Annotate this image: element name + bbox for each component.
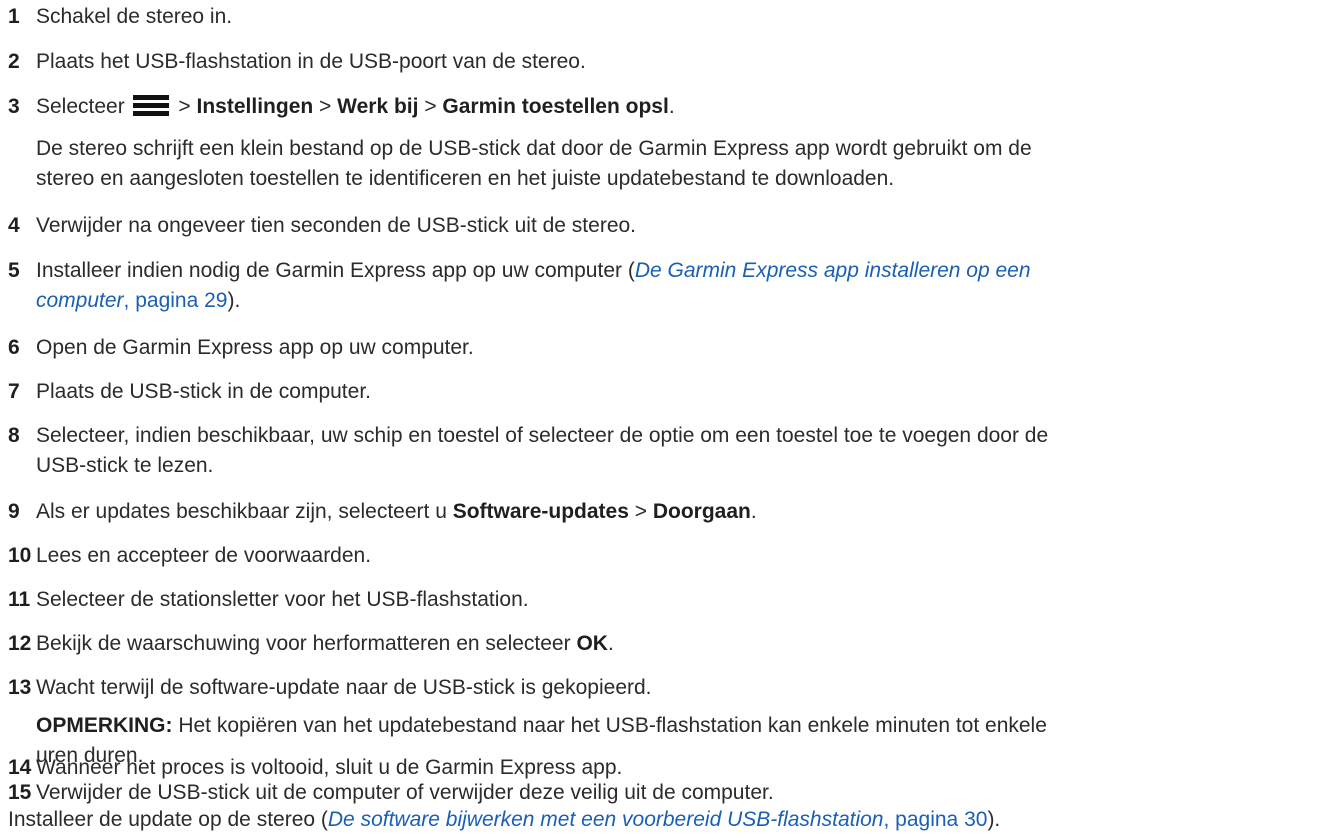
step-3: 3 Selecteer > Instellingen > Werk bij > … [0,92,1330,122]
path-separator: > [424,95,437,118]
step-text-end: . [668,95,675,118]
step-text: Selecteer, indien beschikbaar, uw schip … [36,421,1330,481]
step-line: USB-stick te lezen. [36,454,214,477]
step-number: 8 [8,424,20,447]
step-number: 3 [8,95,20,118]
path-separator: > [319,95,332,118]
step-6: 6 Open de Garmin Express app op uw compu… [0,333,1330,363]
step-number: 12 [8,632,32,655]
step-text: Verwijder na ongeveer tien seconden de U… [36,214,637,237]
step-text-pre: Als er updates beschikbaar zijn, selecte… [36,500,453,523]
note-line: Het kopiëren van het updatebestand naar … [172,714,1047,737]
step-15: 15 Verwijder de USB-stick uit de compute… [0,778,1330,808]
final-text-pre: Installeer de update op de stereo ( [8,808,328,831]
step-5: 5 Installeer indien nodig de Garmin Expr… [0,256,1330,316]
cross-reference-link[interactable]: De Garmin Express app installeren op een [635,259,1031,282]
note-line: De stereo schrijft een klein bestand op … [36,137,1032,160]
step-text: Selecteer > Instellingen > Werk bij > Ga… [36,92,1330,122]
step-13: 13 Wacht terwijl de software-update naar… [0,673,1330,703]
step-line: Selecteer, indien beschikbaar, uw schip … [36,424,1049,447]
step-text: Lees en accepteer de voorwaarden. [36,544,372,567]
menu-path-software-updates: Software-updates [452,500,629,523]
step-text-pre: Bekijk de waarschuwing voor herformatter… [36,632,577,655]
link-page: , pagina 29 [123,289,228,312]
step-text: Plaats het USB-flashstation in de USB-po… [36,50,586,73]
final-text-post: ). [987,808,1001,831]
step-number: 15 [8,781,32,804]
menu-path-ok: OK [576,632,608,655]
step-text-post: ). [227,289,241,312]
step-3-note: De stereo schrijft een klein bestand op … [36,134,1326,194]
step-number: 6 [8,336,20,359]
cross-reference-link[interactable]: De software bijwerken met een voorbereid… [328,808,988,831]
step-number: 1 [8,5,20,28]
step-number: 10 [8,544,32,567]
step-text: Verwijder de USB-stick uit de computer o… [36,781,774,804]
step-10: 10 Lees en accepteer de voorwaarden. [0,541,1330,571]
step-4: 4 Verwijder na ongeveer tien seconden de… [0,211,1330,241]
link-title: computer [36,289,124,312]
menu-path-instellingen: Instellingen [196,95,314,118]
step-text-pre: Installeer indien nodig de Garmin Expres… [36,259,635,282]
step-number: 7 [8,380,20,403]
menu-path-garmin-toestellen-opsl: Garmin toestellen opsl [442,95,669,118]
step-text-end: . [607,632,614,655]
step-12: 12 Bekijk de waarschuwing voor herformat… [0,629,1330,659]
step-number: 4 [8,214,20,237]
step-text-end: . [750,500,757,523]
path-separator: > [178,95,191,118]
step-number: 11 [8,588,31,611]
menu-path-doorgaan: Doorgaan [652,500,751,523]
step-2: 2 Plaats het USB-flashstation in de USB-… [0,47,1330,77]
step-text: Installeer indien nodig de Garmin Expres… [36,256,1330,316]
step-text: Selecteer de stationsletter voor het USB… [36,588,529,611]
note-label: OPMERKING: [36,714,173,737]
link-page: , pagina 30 [883,808,988,831]
note-line: stereo en aangesloten toestellen te iden… [36,167,895,190]
step-text: Als er updates beschikbaar zijn, selecte… [36,497,1330,527]
step-7: 7 Plaats de USB-stick in de computer. [0,377,1330,407]
step-number: 5 [8,259,20,282]
step-11: 11 Selecteer de stationsletter voor het … [0,585,1330,615]
path-separator: > [628,500,653,523]
step-number: 2 [8,50,20,73]
step-text: Wacht terwijl de software-update naar de… [36,676,652,699]
final-instruction: Installeer de update op de stereo (De so… [8,805,1338,835]
step-number: 9 [8,500,20,523]
link-title: De Garmin Express app installeren op een [634,259,1031,282]
step-number: 13 [8,676,32,699]
step-text: Schakel de stereo in. [36,5,233,28]
step-8: 8 Selecteer, indien beschikbaar, uw schi… [0,421,1330,481]
step-text-pre: Selecteer [36,95,125,118]
menu-path-werk-bij: Werk bij [337,95,419,118]
link-title: De software bijwerken met een voorbereid… [327,808,884,831]
step-text: Bekijk de waarschuwing voor herformatter… [36,629,1330,659]
step-text: Open de Garmin Express app op uw compute… [36,336,474,359]
step-9: 9 Als er updates beschikbaar zijn, selec… [0,497,1330,527]
step-text: Plaats de USB-stick in de computer. [36,380,371,403]
instructions-document: 1 Schakel de stereo in. 2 Plaats het USB… [0,0,1340,840]
cross-reference-link[interactable]: computer, pagina 29 [36,289,227,312]
step-1: 1 Schakel de stereo in. [0,2,1330,32]
menu-icon [132,94,169,116]
